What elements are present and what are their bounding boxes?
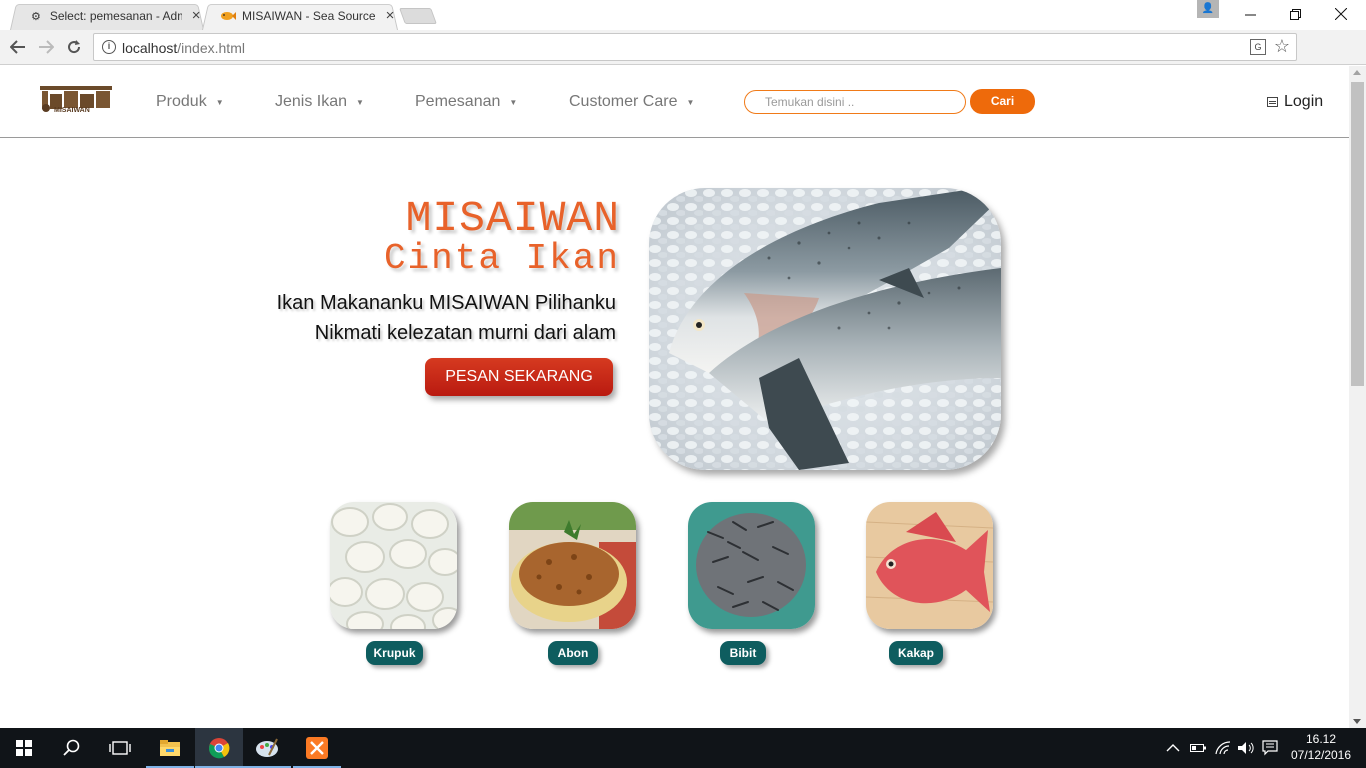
nav-label: Produk (156, 93, 207, 110)
translate-icon[interactable]: G (1250, 39, 1266, 55)
tab-title: Select: pemesanan - Adm (49, 9, 183, 23)
fish-favicon-icon (220, 8, 236, 24)
misaiwan-logo[interactable]: MISAIWAN (40, 86, 112, 116)
clock-time: 16.12 (1305, 732, 1337, 746)
wifi-icon[interactable] (1215, 728, 1231, 768)
minimize-button[interactable] (1227, 0, 1273, 28)
url-text: localhost/index.html (122, 40, 245, 56)
product-image-kakap[interactable] (866, 502, 993, 629)
info-icon[interactable]: i (102, 40, 116, 54)
tab-admin[interactable]: ⚙ Select: pemesanan - Adm × (10, 2, 204, 30)
start-button[interactable] (0, 728, 48, 768)
caret-down-icon: ▼ (509, 97, 518, 107)
nav-label: Customer Care (569, 93, 678, 110)
nav-produk[interactable]: Produk ▼ (156, 93, 224, 111)
back-icon[interactable] (6, 35, 30, 59)
close-window-button[interactable] (1318, 0, 1364, 28)
close-tab-icon[interactable]: × (382, 8, 398, 24)
caret-down-icon: ▼ (215, 97, 224, 107)
url-path: /index.html (177, 40, 245, 56)
task-view-icon[interactable] (96, 728, 144, 768)
logo-text: MISAIWAN (54, 107, 90, 114)
battery-icon[interactable] (1190, 728, 1206, 768)
tab-title: MISAIWAN - Sea Source (242, 9, 376, 23)
nav-customer-care[interactable]: Customer Care ▼ (569, 93, 694, 111)
list-icon (1267, 97, 1278, 107)
windows-taskbar: 16.12 07/12/2016 (0, 728, 1366, 768)
browser-toolbar: i localhost/index.html G ☆ ⋮ (0, 30, 1366, 86)
paint-icon[interactable] (243, 728, 291, 768)
site-navbar: MISAIWAN Produk ▼ Jenis Ikan ▼ Pemesanan ▼ … (0, 66, 1349, 138)
order-now-button[interactable]: PESAN SEKARANG (425, 358, 613, 396)
hero-title: MISAIWAN (405, 194, 620, 243)
bookmark-star-icon[interactable]: ☆ (1274, 36, 1290, 57)
search-input[interactable] (744, 90, 966, 114)
page-viewport: MISAIWAN Produk ▼ Jenis Ikan ▼ Pemesanan ▼ … (0, 66, 1366, 728)
page-scrollbar[interactable] (1349, 66, 1366, 728)
file-explorer-icon[interactable] (146, 728, 194, 768)
show-hidden-icons[interactable] (1166, 728, 1180, 768)
hero-tagline-2: Nikmati kelezatan murni dari alam (314, 322, 616, 344)
search-icon[interactable] (48, 728, 96, 768)
clock-date: 07/12/2016 (1290, 748, 1352, 762)
salmon-hero-image (649, 188, 1001, 470)
reload-icon[interactable] (62, 35, 86, 59)
caret-down-icon: ▼ (686, 97, 695, 107)
caret-down-icon: ▼ (356, 97, 364, 107)
scroll-up-icon[interactable] (1353, 70, 1361, 75)
product-label-krupuk[interactable]: Krupuk (366, 641, 423, 665)
address-bar[interactable]: i localhost/index.html G ☆ (93, 33, 1297, 61)
restore-button[interactable] (1272, 0, 1318, 28)
browser-tabstrip: ⚙ Select: pemesanan - Adm × MISAIWAN - S… (0, 0, 1366, 30)
profile-icon[interactable]: 👤 (1197, 0, 1219, 18)
product-label-bibit[interactable]: Bibit (720, 641, 766, 665)
product-label-abon[interactable]: Abon (548, 641, 598, 665)
volume-icon[interactable] (1237, 728, 1255, 768)
tab-misaiwan[interactable]: MISAIWAN - Sea Source × (202, 2, 398, 30)
action-center-icon[interactable] (1262, 728, 1278, 768)
login-link[interactable]: Login (1267, 93, 1323, 111)
system-clock[interactable]: 16.12 07/12/2016 (1286, 731, 1356, 763)
new-tab-button[interactable] (399, 8, 437, 24)
scrollbar-thumb[interactable] (1351, 82, 1364, 386)
login-label: Login (1284, 93, 1324, 110)
product-image-abon[interactable] (509, 502, 636, 629)
chrome-icon[interactable] (195, 728, 243, 768)
url-host: localhost (122, 40, 178, 56)
nav-label: Pemesanan (415, 93, 501, 110)
nav-label: Jenis Ikan (275, 93, 348, 110)
product-label-kakap[interactable]: Kakap (889, 641, 943, 665)
product-image-bibit[interactable] (688, 502, 815, 629)
xampp-icon[interactable] (293, 728, 341, 768)
search-button[interactable]: Cari (970, 89, 1035, 114)
forward-icon[interactable] (34, 35, 58, 59)
hero-subtitle: Cinta Ikan (383, 238, 620, 279)
hero-tagline-1: Ikan Makananku MISAIWAN Pilihanku (276, 292, 616, 314)
nav-jenis-ikan[interactable]: Jenis Ikan ▼ (275, 93, 364, 111)
database-icon: ⚙ (30, 10, 41, 23)
product-image-krupuk[interactable] (330, 502, 457, 629)
scroll-down-icon[interactable] (1353, 719, 1361, 724)
nav-pemesanan[interactable]: Pemesanan ▼ (415, 93, 517, 111)
